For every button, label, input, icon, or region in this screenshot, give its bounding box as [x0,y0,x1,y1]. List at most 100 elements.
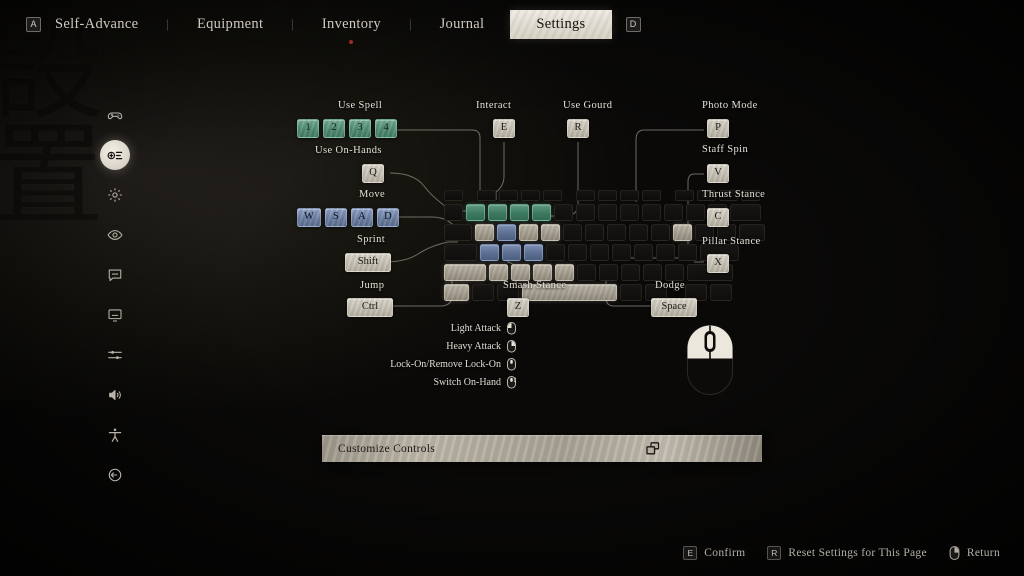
callout-interact: Interact [476,100,511,111]
mouse-binding-label: Lock-On/Remove Lock-On [390,359,501,370]
key-chip-2[interactable]: 2 [323,119,345,138]
callout-sprint-keys: Shift [345,253,391,272]
callout-photo-mode-keys: P [707,119,729,138]
sidebar-item-keyboard-mouse[interactable] [100,140,130,170]
keyboard-key [546,244,565,261]
keyboard-key-d [524,244,543,261]
nav-prev-key-badge[interactable]: A [26,16,41,32]
key-chip-r[interactable]: R [567,119,589,138]
mouse-binding-label: Switch On-Hand [433,377,502,388]
keyboard-key-r [541,224,560,241]
key-chip-s[interactable]: S [324,208,347,227]
key-chip-z[interactable]: Z [507,298,529,317]
tab-journal[interactable]: Journal [440,14,485,35]
sidebar-item-subtitles[interactable] [100,260,130,290]
keyboard-key-tab [444,224,472,241]
bottom-action-return[interactable]: Return [949,546,1000,560]
sidebar-item-display[interactable] [100,220,130,250]
nav-next-key-badge[interactable]: D [625,16,641,32]
mouse-bindings-list: Light Attack Heavy Attack Lock-On/Remove… [366,322,517,389]
key-chip-ctrl[interactable]: Ctrl [347,298,393,317]
sidebar-item-gameplay[interactable] [100,180,130,210]
key-chip-v[interactable]: V [707,164,729,183]
key-chip-p[interactable]: P [707,119,729,138]
keyboard-key [642,190,661,201]
confirm-label: Confirm [704,547,746,559]
keyboard-key [686,204,705,221]
customize-controls-button[interactable]: Customize Controls [322,435,762,462]
callout-use-gourd: Use Gourd [563,100,612,111]
keyboard-icon [107,147,124,164]
callout-interact-keys: E [493,119,515,138]
mouse-right-button-icon [507,340,516,353]
keyboard-key-rightctrl [710,284,732,301]
mouse-binding-heavy-attack: Heavy Attack [446,340,516,353]
tab-self-advance[interactable]: Self-Advance [55,14,138,35]
key-chip-a[interactable]: A [350,208,373,227]
keyboard-key-e [519,224,538,241]
bottom-action-reset[interactable]: R Reset Settings for This Page [767,546,927,560]
key-chip-w[interactable]: W [297,208,321,227]
keyboard-key [620,204,639,221]
keyboard-key [656,244,675,261]
tab-inventory[interactable]: Inventory [322,14,381,44]
keyboard-key [576,190,595,201]
keyboard-key [621,264,640,281]
sidebar-item-advanced[interactable] [100,340,130,370]
callout-staff-spin: Staff Spin [702,144,748,155]
callout-pillar-stance: Pillar Stance [702,236,761,247]
sidebar-item-exit[interactable] [100,460,130,490]
keyboard-key [521,190,540,201]
sidebar-item-accessibility[interactable] [100,420,130,450]
sidebar-item-audio[interactable] [100,380,130,410]
keyboard-key-s [502,244,521,261]
bottom-action-bar: E Confirm R Reset Settings for This Page… [683,542,1000,564]
top-navigation: A Self-Advance | Equipment | Inventory |… [0,0,1024,48]
key-chip-d[interactable]: D [376,208,399,227]
key-chip-e[interactable]: E [493,119,515,138]
keyboard-key [499,190,518,201]
key-chip-q[interactable]: Q [362,164,384,183]
keyboard-key-x [511,264,530,281]
callout-staff-spin-keys: V [707,164,729,183]
keyboard-key [599,264,618,281]
keyboard-key-rightalt [620,284,642,301]
keyboard-key [554,204,573,221]
callout-title: Sprint [357,234,386,245]
keyboard-key [598,204,617,221]
key-chip-shift[interactable]: Shift [345,253,391,272]
key-chip-1[interactable]: 1 [297,119,319,138]
keyboard-key [477,190,496,201]
key-chip-space[interactable]: Space [651,298,697,317]
callout-thrust-stance-keys: C [707,208,729,227]
key-chip-c[interactable]: C [707,208,729,227]
keyboard-key [612,244,631,261]
settings-sidebar [100,100,130,490]
mouse-binding-label: Light Attack [450,323,501,334]
callout-title: Use Gourd [563,100,613,111]
keyboard-row-modifiers [444,284,765,301]
exit-icon [107,467,123,483]
callout-thrust-stance: Thrust Stance [702,189,765,200]
keyboard-key-capslock [444,244,477,261]
callout-move: Move [359,189,385,200]
sidebar-item-graphics[interactable] [100,300,130,330]
callout-title: Dodge [655,280,685,291]
keyboard-key [543,190,562,201]
key-chip-4[interactable]: 4 [375,119,397,138]
callout-title: Staff Spin [702,144,749,155]
mouse-binding-lock-on: Lock-On/Remove Lock-On [390,358,516,371]
keyboard-key [607,224,626,241]
mouse-binding-light-attack: Light Attack [451,322,516,335]
bottom-action-confirm[interactable]: E Confirm [683,546,745,560]
volume-icon [107,387,123,403]
sidebar-item-controller[interactable] [100,100,130,130]
tab-equipment[interactable]: Equipment [197,14,263,35]
key-chip-3[interactable]: 3 [349,119,371,138]
key-chip-x[interactable]: X [707,254,729,273]
tab-settings[interactable]: Settings [510,10,611,39]
monitor-icon [107,307,123,323]
callout-use-gourd-keys: R [567,119,589,138]
tab-settings-label: Settings [536,15,586,32]
mouse-illustration [684,324,736,401]
